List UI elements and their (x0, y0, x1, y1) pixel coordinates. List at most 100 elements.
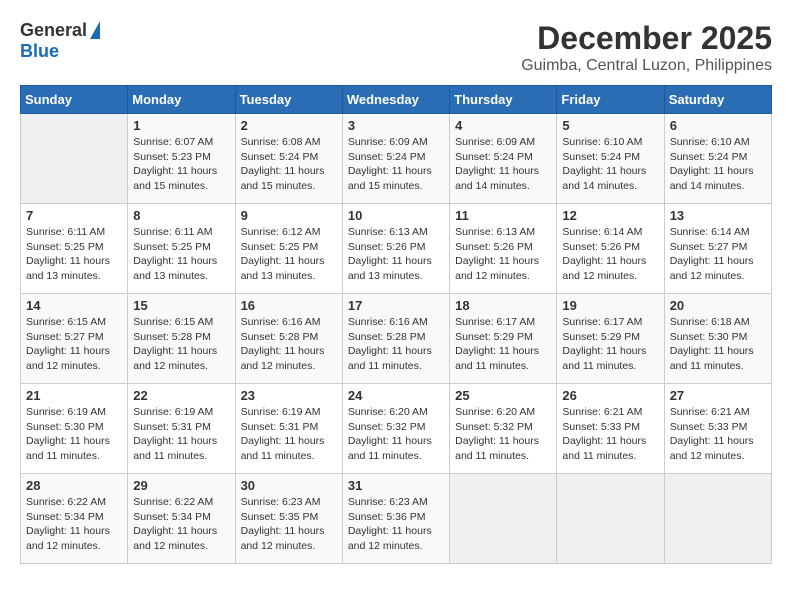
calendar-cell: 18 Sunrise: 6:17 AMSunset: 5:29 PMDayligh… (450, 294, 557, 384)
calendar-cell: 14 Sunrise: 6:15 AMSunset: 5:27 PMDayligh… (21, 294, 128, 384)
weekday-header-sunday: Sunday (21, 86, 128, 114)
day-info: Sunrise: 6:07 AMSunset: 5:23 PMDaylight:… (133, 135, 229, 194)
day-number: 13 (670, 208, 766, 223)
day-number: 6 (670, 118, 766, 133)
day-info: Sunrise: 6:22 AMSunset: 5:34 PMDaylight:… (26, 495, 122, 554)
calendar-cell: 24Sunrise: 6:20 AMSunset: 5:32 PMDayligh… (342, 384, 449, 474)
day-info: Sunrise: 6:21 AMSunset: 5:33 PMDaylight:… (670, 405, 766, 464)
day-info: Sunrise: 6:19 AMSunset: 5:31 PMDaylight:… (133, 405, 229, 464)
day-number: 1 (133, 118, 229, 133)
day-info: Sunrise: 6:16 AMSunset: 5:28 PMDaylight:… (241, 315, 337, 374)
day-info: Sunrise: 6:16 AMSunset: 5:28 PMDaylight:… (348, 315, 444, 374)
weekday-header-monday: Monday (128, 86, 235, 114)
day-number: 10 (348, 208, 444, 223)
day-info: Sunrise: 6:23 AMSunset: 5:35 PMDaylight:… (241, 495, 337, 554)
month-title: December 2025 (521, 20, 772, 57)
day-info: Sunrise: 6:11 AMSunset: 5:25 PMDaylight:… (26, 225, 122, 284)
day-info: Sunrise: 6:10 AMSunset: 5:24 PMDaylight:… (562, 135, 658, 194)
day-number: 16 (241, 298, 337, 313)
day-info: Sunrise: 6:17 AMSunset: 5:29 PMDaylight:… (455, 315, 551, 374)
weekday-header-row: SundayMondayTuesdayWednesdayThursdayFrid… (21, 86, 772, 114)
day-info: Sunrise: 6:10 AMSunset: 5:24 PMDaylight:… (670, 135, 766, 194)
day-number: 19 (562, 298, 658, 313)
calendar-cell (664, 474, 771, 564)
day-number: 26 (562, 388, 658, 403)
day-info: Sunrise: 6:11 AMSunset: 5:25 PMDaylight:… (133, 225, 229, 284)
day-number: 4 (455, 118, 551, 133)
day-number: 21 (26, 388, 122, 403)
weekday-header-tuesday: Tuesday (235, 86, 342, 114)
calendar-table: SundayMondayTuesdayWednesdayThursdayFrid… (20, 85, 772, 564)
day-info: Sunrise: 6:17 AMSunset: 5:29 PMDaylight:… (562, 315, 658, 374)
page-header: General Blue December 2025 Guimba, Centr… (20, 20, 772, 75)
day-number: 31 (348, 478, 444, 493)
day-info: Sunrise: 6:14 AMSunset: 5:26 PMDaylight:… (562, 225, 658, 284)
day-info: Sunrise: 6:18 AMSunset: 5:30 PMDaylight:… (670, 315, 766, 374)
calendar-cell: 16 Sunrise: 6:16 AMSunset: 5:28 PMDayligh… (235, 294, 342, 384)
calendar-cell: 27 Sunrise: 6:21 AMSunset: 5:33 PMDayligh… (664, 384, 771, 474)
day-info: Sunrise: 6:21 AMSunset: 5:33 PMDaylight:… (562, 405, 658, 464)
day-info: Sunrise: 6:19 AMSunset: 5:31 PMDaylight:… (241, 405, 337, 464)
calendar-cell: 30Sunrise: 6:23 AMSunset: 5:35 PMDayligh… (235, 474, 342, 564)
day-info: Sunrise: 6:23 AMSunset: 5:36 PMDaylight:… (348, 495, 444, 554)
day-number: 24 (348, 388, 444, 403)
calendar-cell (557, 474, 664, 564)
calendar-cell: 13 Sunrise: 6:14 AMSunset: 5:27 PMDayligh… (664, 204, 771, 294)
day-info: Sunrise: 6:15 AMSunset: 5:28 PMDaylight:… (133, 315, 229, 374)
day-info: Sunrise: 6:08 AMSunset: 5:24 PMDaylight:… (241, 135, 337, 194)
calendar-cell: 20Sunrise: 6:18 AMSunset: 5:30 PMDayligh… (664, 294, 771, 384)
calendar-week-1: 1 Sunrise: 6:07 AMSunset: 5:23 PMDaylight… (21, 114, 772, 204)
day-number: 29 (133, 478, 229, 493)
day-number: 7 (26, 208, 122, 223)
logo-blue: Blue (20, 41, 59, 62)
logo-triangle-icon (90, 21, 100, 39)
day-info: Sunrise: 6:15 AMSunset: 5:27 PMDaylight:… (26, 315, 122, 374)
day-info: Sunrise: 6:19 AMSunset: 5:30 PMDaylight:… (26, 405, 122, 464)
day-info: Sunrise: 6:14 AMSunset: 5:27 PMDaylight:… (670, 225, 766, 284)
day-number: 17 (348, 298, 444, 313)
calendar-week-4: 21 Sunrise: 6:19 AMSunset: 5:30 PMDayligh… (21, 384, 772, 474)
calendar-cell: 1 Sunrise: 6:07 AMSunset: 5:23 PMDaylight… (128, 114, 235, 204)
day-info: Sunrise: 6:12 AMSunset: 5:25 PMDaylight:… (241, 225, 337, 284)
calendar-cell: 9 Sunrise: 6:12 AMSunset: 5:25 PMDaylight… (235, 204, 342, 294)
day-number: 14 (26, 298, 122, 313)
calendar-cell: 17 Sunrise: 6:16 AMSunset: 5:28 PMDayligh… (342, 294, 449, 384)
logo-general: General (20, 20, 87, 41)
calendar-cell: 26 Sunrise: 6:21 AMSunset: 5:33 PMDayligh… (557, 384, 664, 474)
calendar-cell: 25 Sunrise: 6:20 AMSunset: 5:32 PMDayligh… (450, 384, 557, 474)
calendar-cell: 6 Sunrise: 6:10 AMSunset: 5:24 PMDaylight… (664, 114, 771, 204)
weekday-header-friday: Friday (557, 86, 664, 114)
day-info: Sunrise: 6:20 AMSunset: 5:32 PMDaylight:… (455, 405, 551, 464)
calendar-cell: 28 Sunrise: 6:22 AMSunset: 5:34 PMDayligh… (21, 474, 128, 564)
calendar-cell: 15 Sunrise: 6:15 AMSunset: 5:28 PMDayligh… (128, 294, 235, 384)
day-number: 3 (348, 118, 444, 133)
day-info: Sunrise: 6:13 AMSunset: 5:26 PMDaylight:… (455, 225, 551, 284)
day-number: 28 (26, 478, 122, 493)
calendar-cell: 31 Sunrise: 6:23 AMSunset: 5:36 PMDayligh… (342, 474, 449, 564)
day-number: 15 (133, 298, 229, 313)
day-number: 2 (241, 118, 337, 133)
calendar-week-3: 14 Sunrise: 6:15 AMSunset: 5:27 PMDayligh… (21, 294, 772, 384)
calendar-week-5: 28 Sunrise: 6:22 AMSunset: 5:34 PMDayligh… (21, 474, 772, 564)
day-number: 18 (455, 298, 551, 313)
day-number: 5 (562, 118, 658, 133)
day-number: 22 (133, 388, 229, 403)
calendar-cell: 12Sunrise: 6:14 AMSunset: 5:26 PMDayligh… (557, 204, 664, 294)
calendar-cell: 11 Sunrise: 6:13 AMSunset: 5:26 PMDayligh… (450, 204, 557, 294)
calendar-cell: 8Sunrise: 6:11 AMSunset: 5:25 PMDaylight… (128, 204, 235, 294)
calendar-cell (21, 114, 128, 204)
logo: General Blue (20, 20, 100, 62)
day-number: 25 (455, 388, 551, 403)
day-number: 9 (241, 208, 337, 223)
weekday-header-saturday: Saturday (664, 86, 771, 114)
calendar-cell: 3Sunrise: 6:09 AMSunset: 5:24 PMDaylight… (342, 114, 449, 204)
day-number: 23 (241, 388, 337, 403)
day-number: 27 (670, 388, 766, 403)
calendar-week-2: 7 Sunrise: 6:11 AMSunset: 5:25 PMDaylight… (21, 204, 772, 294)
day-number: 11 (455, 208, 551, 223)
calendar-cell: 22 Sunrise: 6:19 AMSunset: 5:31 PMDayligh… (128, 384, 235, 474)
calendar-cell: 10Sunrise: 6:13 AMSunset: 5:26 PMDayligh… (342, 204, 449, 294)
calendar-cell: 2 Sunrise: 6:08 AMSunset: 5:24 PMDaylight… (235, 114, 342, 204)
calendar-cell (450, 474, 557, 564)
calendar-cell: 19 Sunrise: 6:17 AMSunset: 5:29 PMDayligh… (557, 294, 664, 384)
